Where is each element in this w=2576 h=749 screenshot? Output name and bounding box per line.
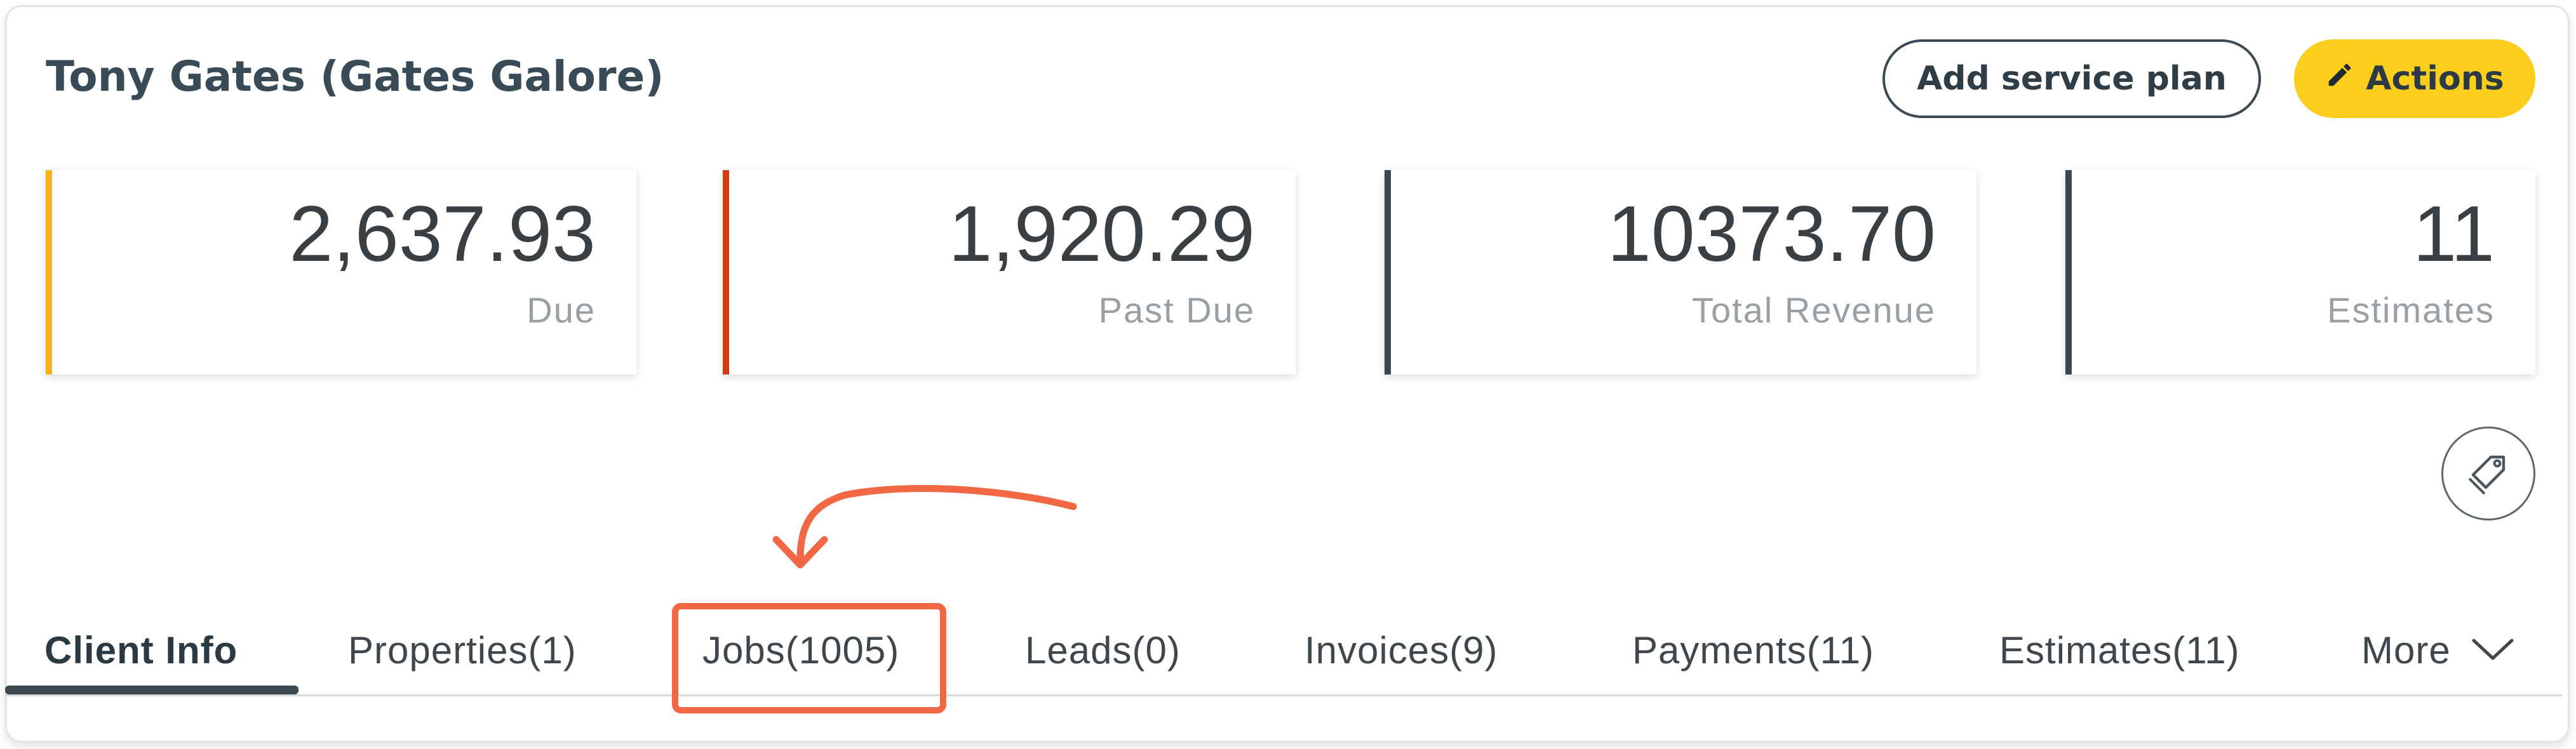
tabs-divider bbox=[5, 694, 2562, 696]
stat-card-total-revenue[interactable]: 10373.70 Total Revenue bbox=[1385, 170, 1976, 374]
tab-estimates[interactable]: Estimates(11) bbox=[1999, 628, 2240, 672]
stat-label: Estimates bbox=[2327, 290, 2495, 330]
client-name-title: Tony Gates (Gates Galore) bbox=[46, 52, 664, 101]
annotation-arrow bbox=[772, 485, 1077, 569]
tab-invoices[interactable]: Invoices(9) bbox=[1305, 628, 1498, 672]
tab-payments[interactable]: Payments(11) bbox=[1632, 628, 1874, 672]
stat-value: 2,637.93 bbox=[289, 190, 596, 278]
chevron-down-icon bbox=[2470, 628, 2516, 672]
tab-leads[interactable]: Leads(0) bbox=[1025, 628, 1181, 672]
tab-more-label: More bbox=[2361, 629, 2451, 672]
add-service-plan-label: Add service plan bbox=[1917, 60, 2227, 98]
stat-label: Total Revenue bbox=[1691, 290, 1936, 330]
tag-icon bbox=[2463, 447, 2514, 500]
actions-label: Actions bbox=[2366, 60, 2504, 98]
stat-value: 1,920.29 bbox=[948, 190, 1255, 278]
tag-button[interactable] bbox=[2441, 427, 2535, 520]
stat-card-past-due[interactable]: 1,920.29 Past Due bbox=[723, 170, 1296, 374]
add-service-plan-button[interactable]: Add service plan bbox=[1882, 39, 2261, 118]
stat-label: Due bbox=[527, 290, 596, 330]
annotation-highlight-box bbox=[672, 603, 946, 713]
stat-label: Past Due bbox=[1098, 290, 1255, 330]
stat-value: 11 bbox=[2413, 190, 2495, 278]
stat-card-due[interactable]: 2,637.93 Due bbox=[46, 170, 636, 374]
stat-card-estimates[interactable]: 11 Estimates bbox=[2065, 170, 2535, 374]
tab-more[interactable]: More bbox=[2361, 628, 2516, 672]
actions-button[interactable]: Actions bbox=[2294, 39, 2535, 118]
stat-value: 10373.70 bbox=[1607, 190, 1936, 278]
pencil-icon bbox=[2325, 60, 2354, 98]
tab-client-info[interactable]: Client Info bbox=[44, 628, 238, 672]
active-tab-indicator bbox=[5, 686, 299, 694]
tab-properties[interactable]: Properties(1) bbox=[348, 628, 577, 672]
